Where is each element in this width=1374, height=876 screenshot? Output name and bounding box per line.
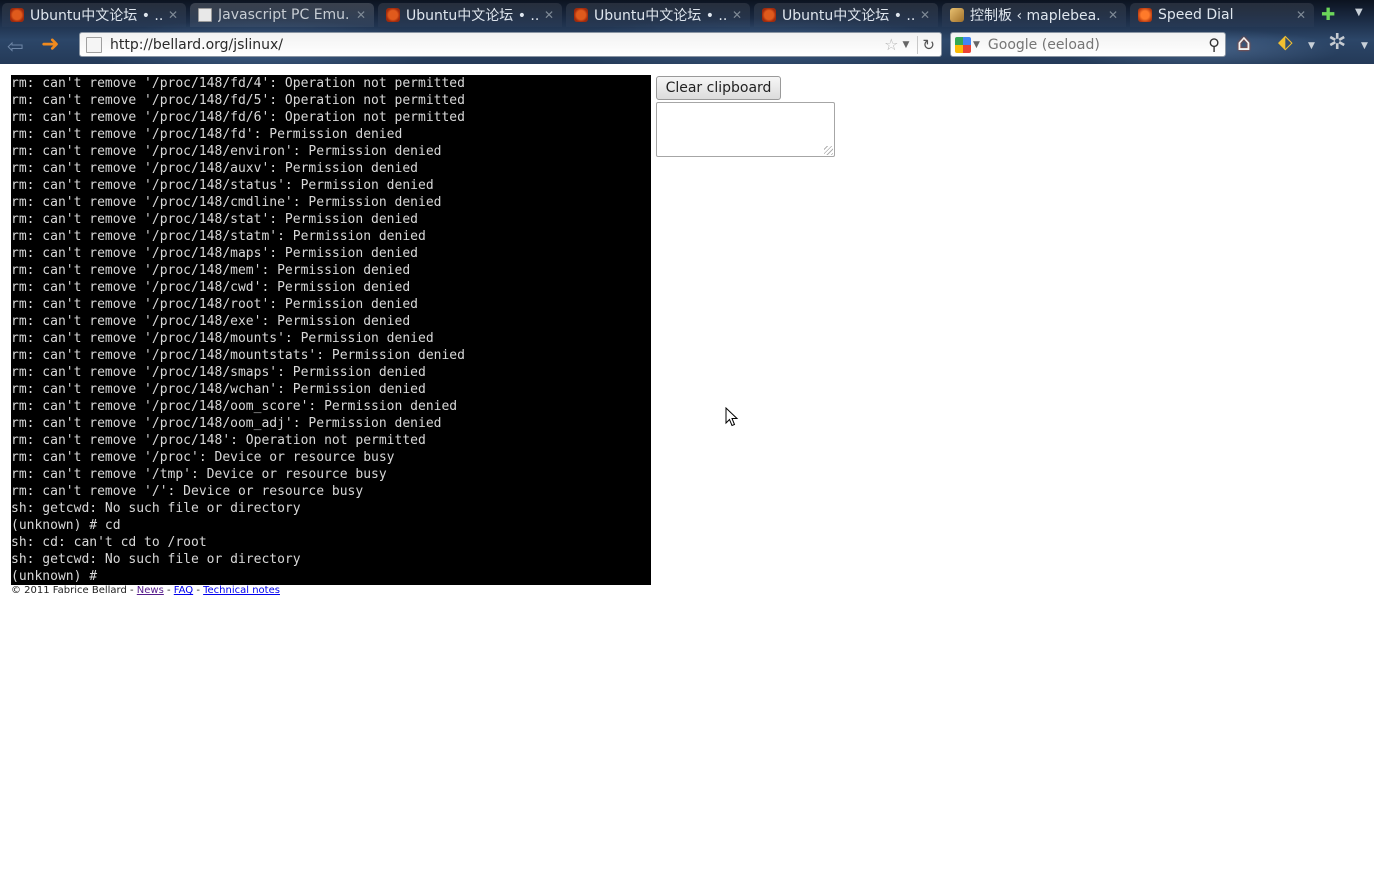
close-icon[interactable]: ✕ bbox=[1296, 8, 1306, 22]
terminal-line: rm: can't remove '/proc/148/root': Permi… bbox=[11, 297, 418, 312]
back-arrow-icon[interactable]: ⇦ bbox=[7, 34, 24, 58]
terminal-line: rm: can't remove '/proc/148/maps': Permi… bbox=[11, 246, 418, 261]
ubuntu-forum-icon bbox=[10, 8, 24, 22]
tab-ubuntu-forum-1[interactable]: Ubuntu中文论坛 • ... ✕ bbox=[2, 3, 186, 27]
terminal-line: (unknown) # bbox=[11, 569, 105, 584]
terminal-line: rm: can't remove '/proc/148/mountstats':… bbox=[11, 348, 465, 363]
tab-title: Ubuntu中文论坛 • ... bbox=[30, 8, 162, 24]
tab-title: Speed Dial bbox=[1158, 7, 1234, 23]
tab-title: Ubuntu中文论坛 • ... bbox=[406, 8, 538, 24]
terminal-line: rm: can't remove '/proc/148/mounts': Per… bbox=[11, 331, 434, 346]
terminal-line: rm: can't remove '/': Device or resource… bbox=[11, 484, 364, 499]
technical-notes-link[interactable]: Technical notes bbox=[203, 585, 280, 596]
tab-speed-dial[interactable]: Speed Dial ✕ bbox=[1130, 3, 1314, 27]
address-bar[interactable]: http://bellard.org/jslinux/ ☆ ▼ ↻ bbox=[79, 32, 942, 57]
terminal-line: rm: can't remove '/proc/148/environ': Pe… bbox=[11, 144, 442, 159]
wordpress-icon bbox=[950, 8, 964, 22]
tab-javascript-pc-emulator[interactable]: Javascript PC Emu... ✕ bbox=[190, 3, 374, 27]
chevron-down-icon[interactable]: ▼ bbox=[903, 40, 910, 50]
terminal-line: rm: can't remove '/proc/148/fd/4': Opera… bbox=[11, 76, 465, 91]
search-bar[interactable]: ▼ ⚲ bbox=[950, 32, 1226, 57]
terminal-line: rm: can't remove '/proc/148/oom_score': … bbox=[11, 399, 458, 414]
terminal-line: rm: can't remove '/proc/148': Operation … bbox=[11, 433, 426, 448]
speed-dial-icon bbox=[1138, 8, 1152, 22]
address-text[interactable]: http://bellard.org/jslinux/ bbox=[110, 37, 884, 53]
tab-title: 控制板 ‹ maplebea... bbox=[970, 8, 1102, 24]
copyright-text: © 2011 Fabrice Bellard - bbox=[11, 585, 137, 596]
terminal-line: rm: can't remove '/proc/148/fd/6': Opera… bbox=[11, 110, 465, 125]
close-icon[interactable]: ✕ bbox=[168, 8, 178, 22]
ubuntu-forum-icon bbox=[386, 8, 400, 22]
terminal-line: sh: getcwd: No such file or directory bbox=[11, 552, 301, 567]
terminal-line: rm: can't remove '/proc': Device or reso… bbox=[11, 450, 395, 465]
tab-title: Javascript PC Emu... bbox=[218, 7, 350, 23]
google-icon[interactable] bbox=[955, 36, 971, 53]
faq-link[interactable]: FAQ bbox=[174, 585, 193, 596]
page-icon bbox=[86, 36, 102, 53]
news-link[interactable]: News bbox=[137, 585, 164, 596]
mouse-pointer-icon bbox=[725, 407, 739, 427]
navigation-bar: ⇦ ➜ http://bellard.org/jslinux/ ☆ ▼ ↻ ▼ … bbox=[0, 29, 1374, 62]
terminal-line: rm: can't remove '/proc/148/cmdline': Pe… bbox=[11, 195, 442, 210]
terminal-line: rm: can't remove '/proc/148/oom_adj': Pe… bbox=[11, 416, 442, 431]
forward-arrow-icon[interactable]: ➜ bbox=[41, 32, 59, 57]
close-icon[interactable]: ✕ bbox=[920, 8, 930, 22]
addon-icon[interactable]: ⬖ bbox=[1278, 31, 1293, 53]
page-icon bbox=[198, 8, 212, 22]
tab-strip: Ubuntu中文论坛 • ... ✕ Javascript PC Emu... … bbox=[0, 0, 1374, 28]
terminal-line: rm: can't remove '/proc/148/status': Per… bbox=[11, 178, 434, 193]
terminal-line: sh: getcwd: No such file or directory bbox=[11, 501, 301, 516]
home-icon[interactable]: ⌂ bbox=[1237, 31, 1251, 56]
terminal-line: (unknown) # cd bbox=[11, 518, 121, 533]
close-icon[interactable]: ✕ bbox=[1108, 8, 1118, 22]
plus-icon[interactable]: ✚ bbox=[1321, 5, 1335, 25]
terminal-line: rm: can't remove '/proc/148/smaps': Perm… bbox=[11, 365, 426, 380]
clear-clipboard-button[interactable]: Clear clipboard bbox=[656, 76, 781, 100]
tab-ubuntu-forum-2[interactable]: Ubuntu中文论坛 • ... ✕ bbox=[378, 3, 562, 27]
footer: © 2011 Fabrice Bellard - News - FAQ - Te… bbox=[11, 585, 280, 596]
terminal-line: rm: can't remove '/proc/148/stat': Permi… bbox=[11, 212, 418, 227]
resize-grip-icon[interactable] bbox=[824, 146, 833, 155]
terminal-line: rm: can't remove '/proc/148/auxv': Permi… bbox=[11, 161, 418, 176]
close-icon[interactable]: ✕ bbox=[356, 8, 366, 22]
search-input[interactable] bbox=[987, 36, 1209, 53]
bookmark-star-icon[interactable]: ☆ bbox=[884, 35, 898, 54]
tab-ubuntu-forum-4[interactable]: Ubuntu中文论坛 • ... ✕ bbox=[754, 3, 938, 27]
terminal-screen[interactable]: rm: can't remove '/proc/148/fd/4': Opera… bbox=[11, 75, 651, 585]
magnifier-icon[interactable]: ⚲ bbox=[1208, 35, 1220, 54]
terminal-line: rm: can't remove '/proc/148/fd': Permiss… bbox=[11, 127, 403, 142]
terminal-line: rm: can't remove '/proc/148/cwd': Permis… bbox=[11, 280, 411, 295]
tab-title: Ubuntu中文论坛 • ... bbox=[782, 8, 914, 24]
terminal-line: sh: cd: can't cd to /root bbox=[11, 535, 207, 550]
chevron-down-icon[interactable]: ▼ bbox=[1308, 41, 1315, 51]
menu-icon[interactable]: ✲ bbox=[1328, 30, 1346, 55]
chevron-down-icon[interactable]: ▼ bbox=[1361, 41, 1368, 51]
terminal-line: rm: can't remove '/proc/148/mem': Permis… bbox=[11, 263, 411, 278]
terminal-line: rm: can't remove '/proc/148/fd/5': Opera… bbox=[11, 93, 465, 108]
close-icon[interactable]: ✕ bbox=[544, 8, 554, 22]
browser-chrome: Ubuntu中文论坛 • ... ✕ Javascript PC Emu... … bbox=[0, 0, 1374, 64]
terminal-line: rm: can't remove '/proc/148/wchan': Perm… bbox=[11, 382, 426, 397]
ubuntu-forum-icon bbox=[762, 8, 776, 22]
chevron-down-icon[interactable]: ▼ bbox=[973, 40, 980, 50]
separator: - bbox=[163, 585, 174, 596]
ubuntu-forum-icon bbox=[574, 8, 588, 22]
separator: - bbox=[193, 585, 204, 596]
terminal-line: rm: can't remove '/proc/148/statm': Perm… bbox=[11, 229, 426, 244]
tab-title: Ubuntu中文论坛 • ... bbox=[594, 8, 726, 24]
terminal-line: rm: can't remove '/tmp': Device or resou… bbox=[11, 467, 387, 482]
reload-icon[interactable]: ↻ bbox=[917, 35, 935, 54]
tab-maplebea-dashboard[interactable]: 控制板 ‹ maplebea... ✕ bbox=[942, 3, 1126, 27]
tab-ubuntu-forum-3[interactable]: Ubuntu中文论坛 • ... ✕ bbox=[566, 3, 750, 27]
terminal-line: rm: can't remove '/proc/148/exe': Permis… bbox=[11, 314, 411, 329]
chevron-down-icon[interactable]: ▼ bbox=[1355, 7, 1363, 18]
clipboard-textarea[interactable] bbox=[656, 102, 835, 157]
close-icon[interactable]: ✕ bbox=[732, 8, 742, 22]
